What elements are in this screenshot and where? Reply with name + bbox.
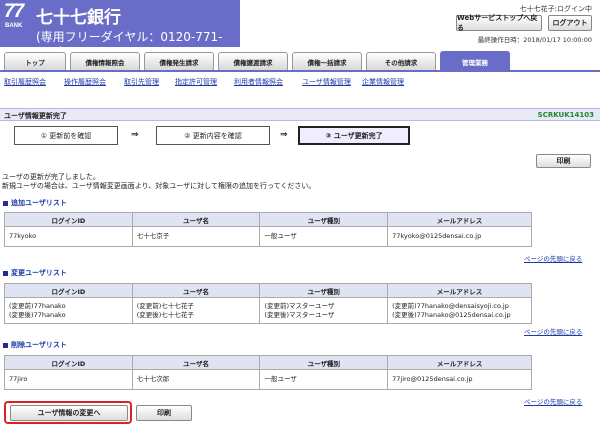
column-header: ユーザ名: [131, 283, 261, 298]
column-header: ユーザ名: [131, 212, 261, 227]
cell-login-id: 77kyoko: [4, 226, 133, 247]
column-header: ログインID: [4, 283, 133, 298]
square-bullet-icon: [3, 342, 8, 348]
submenu-permission-management[interactable]: 指定許可管理: [175, 77, 217, 87]
cell-email: (変更前)77hanako@densaisyoji.co.jp (変更後)77ha…: [387, 297, 532, 324]
step-update-complete: ③ ユーザ更新完了: [298, 126, 410, 145]
go-to-user-change-button[interactable]: ユーザ情報の変更へ: [10, 405, 128, 421]
square-bullet-icon: [3, 200, 8, 206]
page-title-bar: ユーザ情報更新完了 SCRKUK14103: [0, 108, 600, 121]
tab-other-request[interactable]: その他請求: [366, 52, 436, 70]
column-header: ユーザ種別: [259, 355, 389, 370]
page-top-link[interactable]: ページの先頭に戻る: [524, 396, 582, 406]
tab-credit-issue[interactable]: 債権発生請求: [144, 52, 214, 70]
logo-bank-text: BANK: [5, 23, 23, 29]
header: 77 BANK 七十七銀行 (専用フリーダイヤル：0120-771-713) 七…: [0, 0, 600, 59]
section-title-deleted: 削除ユーザリスト: [3, 340, 67, 350]
step-confirm-changes: ② 更新内容を確認: [156, 126, 270, 145]
submenu-user-info-inquiry[interactable]: 利用者情報照会: [234, 77, 283, 87]
cell-user-type: 一般ユーザ: [259, 369, 389, 390]
column-header: ユーザ種別: [259, 212, 389, 227]
bank-logo-area: 77 BANK 七十七銀行 (専用フリーダイヤル：0120-771-713): [0, 0, 240, 59]
step-confirm-before: ① 更新前を確認: [14, 126, 118, 145]
print-button-bottom[interactable]: 印刷: [136, 405, 192, 421]
cell-user-type: 一般ユーザ: [259, 226, 389, 247]
cell-user-name: 七十七次郎: [131, 369, 261, 390]
column-header: メールアドレス: [387, 212, 532, 227]
tab-top[interactable]: トップ: [4, 52, 66, 70]
table-row: 77jiro 七十七次郎 一般ユーザ 77jiro@0125densai.co.…: [4, 369, 532, 390]
screen-id: SCRKUK14103: [537, 111, 594, 119]
cell-login-id: 77jiro: [4, 369, 133, 390]
cell-email: 77kyoko@0125densai.co.jp: [387, 226, 532, 247]
page-top-link[interactable]: ページの先頭に戻る: [524, 326, 582, 336]
print-button-top[interactable]: 印刷: [536, 154, 591, 168]
column-header: ログインID: [4, 212, 133, 227]
column-header: ユーザ名: [131, 355, 261, 370]
section-title-changed: 変更ユーザリスト: [3, 268, 67, 278]
notice-message: 新規ユーザの場合は、ユーザ情報変更画面より、対象ユーザに対して権限の追加を行って…: [2, 182, 316, 190]
step-arrow-icon: ⇒: [280, 130, 288, 140]
submenu-operation-history[interactable]: 操作履歴照会: [64, 77, 106, 87]
added-users-table: ログインID ユーザ名 ユーザ種別 メールアドレス 77kyoko 七十七京子 …: [4, 212, 532, 247]
cell-user-name: (変更前)七十七花子 (変更後)七十七花子: [131, 297, 261, 324]
cell-user-type: (変更前)マスターユーザ (変更後)マスターユーザ: [259, 297, 389, 324]
tab-credit-transfer[interactable]: 債権譲渡請求: [218, 52, 288, 70]
step-arrow-icon: ⇒: [131, 130, 139, 140]
cell-user-name: 七十七京子: [131, 226, 261, 247]
table-row: 77kyoko 七十七京子 一般ユーザ 77kyoko@0125densai.c…: [4, 226, 532, 247]
column-header: ログインID: [4, 355, 133, 370]
cell-email: 77jiro@0125densai.co.jp: [387, 369, 532, 390]
page-top-link[interactable]: ページの先頭に戻る: [524, 253, 582, 263]
logo-number: 77: [4, 1, 24, 22]
tab-credit-inquiry[interactable]: 債権情報照会: [70, 52, 140, 70]
logout-button[interactable]: ログアウト: [548, 15, 592, 31]
column-header: メールアドレス: [387, 355, 532, 370]
submenu-partner-management[interactable]: 取引先管理: [124, 77, 159, 87]
table-row: (変更前)77hanako (変更後)77hanako (変更前)七十七花子 (変更…: [4, 297, 532, 324]
tab-bulk-request[interactable]: 債権一括請求: [292, 52, 362, 70]
column-header: ユーザ種別: [259, 283, 389, 298]
submenu-transaction-history[interactable]: 取引履歴照会: [4, 77, 46, 87]
last-operation-time: 最終操作日時：2018/01/17 10:00:00: [477, 36, 592, 44]
page-title: ユーザ情報更新完了: [4, 112, 67, 120]
main-tabs: トップ 債権情報照会 債権発生請求 債権譲渡請求 債権一括請求 その他請求 管理…: [0, 50, 600, 72]
column-header: メールアドレス: [387, 283, 532, 298]
square-bullet-icon: [3, 270, 8, 276]
deleted-users-table: ログインID ユーザ名 ユーザ種別 メールアドレス 77jiro 七十七次郎 一…: [4, 355, 532, 390]
section-title-added: 追加ユーザリスト: [3, 198, 67, 208]
bank-name: 七十七銀行: [36, 8, 121, 28]
sub-menu: 取引履歴照会 操作履歴照会 取引先管理 指定許可管理 利用者情報照会 ユーザ情報…: [0, 74, 600, 90]
changed-users-table: ログインID ユーザ名 ユーザ種別 メールアドレス (変更前)77hanako(…: [4, 283, 532, 324]
tab-management[interactable]: 管理業務: [440, 51, 510, 71]
submenu-user-info-management[interactable]: ユーザ情報管理: [302, 77, 351, 87]
submenu-company-info-management[interactable]: 企業情報管理: [362, 77, 404, 87]
cell-login-id: (変更前)77hanako (変更後)77hanako: [4, 297, 133, 324]
web-service-top-button[interactable]: Webサービストップへ戻る: [456, 14, 542, 32]
